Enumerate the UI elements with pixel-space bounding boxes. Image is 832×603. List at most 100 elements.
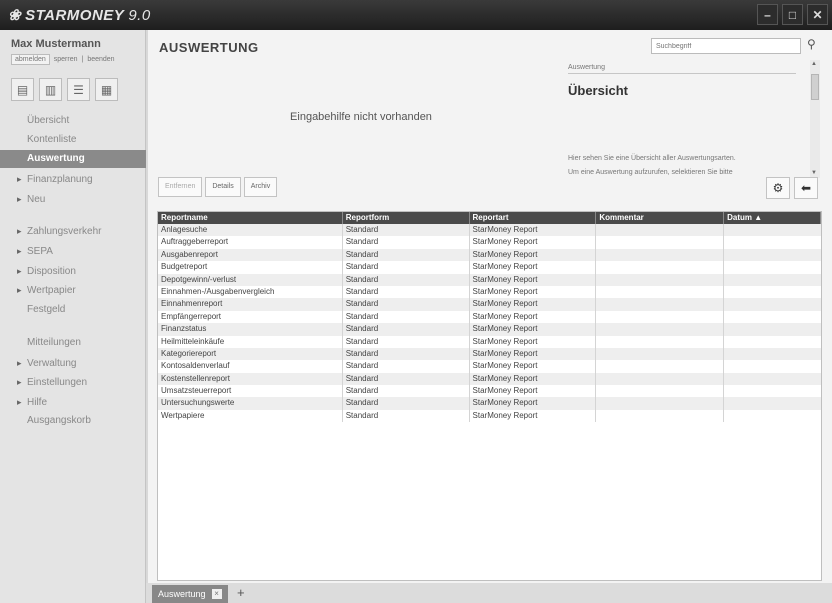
input-help-text: Eingabehilfe nicht vorhanden bbox=[290, 111, 432, 123]
info-scrollbar[interactable]: ▲ ▼ bbox=[810, 60, 820, 178]
table-row[interactable]: Depotgewinn/-verlust Standard StarMoney Re… bbox=[158, 273, 821, 286]
report-table: Reportname Reportform Reportart Kommenta… bbox=[157, 211, 822, 581]
table-row[interactable]: Untersuchungswerte Standard StarMoney Repo… bbox=[158, 397, 821, 410]
table-cell bbox=[596, 397, 725, 410]
table-cell: Einnahmenreport bbox=[158, 298, 343, 311]
table-cell: Empfängerreport bbox=[158, 310, 343, 324]
table-cell bbox=[596, 224, 725, 237]
table-cell: Standard bbox=[343, 372, 470, 386]
lock-link[interactable]: sperren bbox=[52, 54, 80, 65]
column-header-reportname[interactable]: Reportname bbox=[158, 212, 343, 224]
sidebar-item-uebersicht[interactable]: Übersicht bbox=[0, 112, 146, 130]
chart-icon[interactable]: ☰ bbox=[67, 78, 90, 101]
add-tab-button[interactable]: + bbox=[237, 585, 245, 600]
table-cell: StarMoney Report bbox=[470, 385, 597, 398]
sidebar-item-wertpapier[interactable]: Wertpapier bbox=[0, 281, 146, 299]
table-cell: Standard bbox=[343, 310, 470, 324]
info-line: Um eine Auswertung aufzurufen, selektier… bbox=[568, 169, 733, 176]
table-cell: Standard bbox=[343, 335, 470, 348]
table-cell bbox=[596, 298, 725, 311]
transfer-icon[interactable]: ▤ bbox=[11, 78, 34, 101]
table-row[interactable]: Kontosaldenverlauf Standard StarMoney Repo… bbox=[158, 360, 821, 373]
table-row[interactable]: Wertpapiere Standard StarMoney Report bbox=[158, 409, 821, 423]
table-row[interactable]: Kategoriereport Standard StarMoney Report bbox=[158, 347, 821, 361]
table-cell bbox=[596, 261, 725, 274]
statement-icon[interactable]: ▥ bbox=[39, 78, 62, 101]
table-row[interactable]: Budgetreport Standard StarMoney Report bbox=[158, 261, 821, 274]
table-cell: StarMoney Report bbox=[470, 397, 597, 410]
sidebar-item-sepa[interactable]: SEPA bbox=[0, 242, 146, 260]
table-cell bbox=[724, 410, 821, 422]
table-cell: Anlagesuche bbox=[158, 224, 343, 237]
table-cell: Ausgabenreport bbox=[158, 248, 343, 262]
sidebar: Max Mustermann abmelden sperren | beende… bbox=[0, 30, 146, 603]
sidebar-item-hilfe[interactable]: Hilfe bbox=[0, 393, 146, 411]
table-cell bbox=[724, 224, 821, 236]
remove-button[interactable]: Entfernen bbox=[158, 177, 203, 197]
scrollbar-thumb[interactable] bbox=[811, 74, 819, 100]
table-row[interactable]: Empfängerreport Standard StarMoney Report bbox=[158, 310, 821, 324]
trash-icon[interactable]: ▦ bbox=[95, 78, 118, 101]
sidebar-item-mitteilungen[interactable]: Mitteilungen bbox=[0, 334, 146, 352]
table-cell: Heilmitteleinkäufe bbox=[158, 335, 343, 348]
table-row[interactable]: Umsatzsteuerreport Standard StarMoney Repo… bbox=[158, 385, 821, 398]
table-body: Anlagesuche Standard StarMoney Report Auftr… bbox=[158, 224, 821, 423]
table-cell: StarMoney Report bbox=[470, 347, 597, 361]
table-row[interactable]: Finanzstatus Standard StarMoney Report bbox=[158, 323, 821, 336]
table-cell bbox=[596, 273, 725, 286]
maximize-button[interactable]: □ bbox=[782, 4, 803, 25]
table-cell bbox=[596, 409, 725, 423]
table-row[interactable]: Anlagesuche Standard StarMoney Report bbox=[158, 224, 821, 237]
title-bar: ❀ STARMONEY 9.0 – □ ✕ bbox=[0, 0, 832, 30]
tab-auswertung[interactable]: Auswertung × bbox=[152, 585, 228, 603]
page-title: AUSWERTUNG bbox=[159, 40, 259, 55]
tab-bar: Auswertung × + bbox=[146, 583, 832, 603]
table-cell bbox=[596, 236, 725, 249]
table-row[interactable]: Ausgabenreport Standard StarMoney Report bbox=[158, 248, 821, 262]
minimize-button[interactable]: – bbox=[757, 4, 778, 25]
scroll-down-icon[interactable]: ▼ bbox=[811, 170, 817, 176]
table-cell: Depotgewinn/-verlust bbox=[158, 273, 343, 286]
sidebar-item-verwaltung[interactable]: Verwaltung bbox=[0, 354, 146, 372]
sidebar-item-kontenliste[interactable]: Kontenliste bbox=[0, 131, 146, 149]
close-button[interactable]: ✕ bbox=[807, 4, 828, 25]
sidebar-item-ausgangskorb[interactable]: Ausgangskorb bbox=[0, 412, 146, 430]
back-arrow-icon[interactable]: ⬅ bbox=[794, 177, 818, 199]
table-row[interactable]: Einnahmenreport Standard StarMoney Report bbox=[158, 298, 821, 311]
app-logo: ❀ STARMONEY 9.0 bbox=[8, 6, 151, 24]
info-text: Hier sehen Sie eine Übersicht aller Ausw… bbox=[568, 152, 736, 180]
table-row[interactable]: Kostenstellenreport Standard StarMoney Rep… bbox=[158, 372, 821, 386]
sidebar-item-zahlungsverkehr[interactable]: Zahlungsverkehr bbox=[0, 222, 146, 240]
table-cell: Standard bbox=[343, 298, 470, 311]
table-row[interactable]: Einnahmen-/Ausgabenvergleich Standard Star… bbox=[158, 285, 821, 299]
table-cell: Auftraggeberreport bbox=[158, 236, 343, 249]
archive-button[interactable]: Archiv bbox=[243, 177, 278, 197]
table-row[interactable]: Heilmitteleinkäufe Standard StarMoney Repo… bbox=[158, 335, 821, 348]
table-cell: StarMoney Report bbox=[470, 273, 597, 286]
details-button[interactable]: Details bbox=[205, 177, 241, 197]
column-header-reportart[interactable]: Reportart bbox=[470, 212, 597, 224]
quit-link[interactable]: beenden bbox=[85, 54, 116, 65]
logout-button[interactable]: abmelden bbox=[11, 54, 50, 65]
search-input[interactable] bbox=[651, 38, 801, 54]
table-cell: Kategoriereport bbox=[158, 347, 343, 361]
table-cell bbox=[724, 249, 821, 261]
table-row[interactable]: Auftraggeberreport Standard StarMoney Repo… bbox=[158, 236, 821, 249]
search-icon[interactable]: ⚲ bbox=[807, 37, 816, 51]
table-cell bbox=[596, 310, 725, 324]
table-cell: Standard bbox=[343, 224, 470, 237]
column-header-datum[interactable]: Datum ▲ bbox=[724, 212, 821, 224]
sidebar-item-disposition[interactable]: Disposition bbox=[0, 262, 146, 280]
close-tab-icon[interactable]: × bbox=[211, 589, 222, 599]
scroll-up-icon[interactable]: ▲ bbox=[811, 61, 817, 67]
sidebar-item-auswertung[interactable]: Auswertung bbox=[0, 150, 146, 168]
column-header-kommentar[interactable]: Kommentar bbox=[596, 212, 725, 224]
sidebar-item-einstellungen[interactable]: Einstellungen bbox=[0, 373, 146, 391]
table-cell: Wertpapiere bbox=[158, 409, 343, 423]
sidebar-item-finanzplanung[interactable]: Finanzplanung bbox=[0, 170, 146, 188]
sidebar-item-neu[interactable]: Neu bbox=[0, 190, 146, 208]
settings-icon[interactable]: ⚙ bbox=[766, 177, 790, 199]
column-header-reportform[interactable]: Reportform bbox=[343, 212, 470, 224]
sidebar-item-festgeld[interactable]: Festgeld bbox=[0, 301, 146, 319]
table-cell: StarMoney Report bbox=[470, 360, 597, 373]
